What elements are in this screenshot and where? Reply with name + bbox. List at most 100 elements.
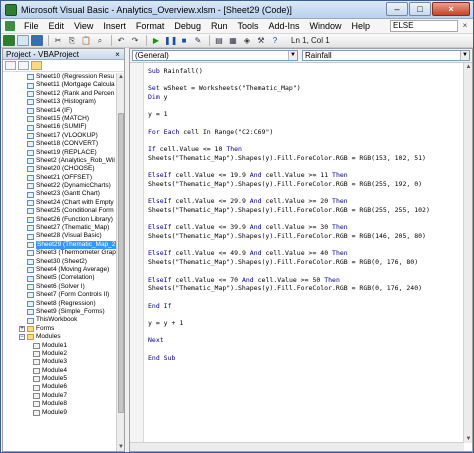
menu-file[interactable]: File	[19, 21, 44, 31]
tree-item[interactable]: Sheet3 (Thermometer Grap	[3, 249, 117, 257]
tree-item[interactable]: Sheet29 (Thematic_Map_2	[3, 240, 117, 250]
code-line[interactable]: End If	[148, 302, 462, 311]
code-line[interactable]: End Sub	[148, 354, 462, 363]
tree-item[interactable]: Sheet8 (Regression)	[3, 300, 117, 308]
chevron-down-icon[interactable]: ▼	[460, 51, 469, 60]
vba-menu-icon[interactable]	[5, 21, 15, 31]
tree-item[interactable]: Sheet4 (Moving Average)	[3, 266, 117, 274]
menu-window[interactable]: Window	[305, 21, 347, 31]
tree-item[interactable]: Sheet6 (Solver I)	[3, 283, 117, 291]
copy-icon[interactable]: ⎘	[66, 35, 78, 46]
break-icon[interactable]: ❚❚	[164, 35, 177, 46]
maximize-button[interactable]: □	[409, 1, 431, 16]
menu-tools[interactable]: Tools	[232, 21, 263, 31]
scroll-down-icon[interactable]: ▼	[117, 443, 125, 451]
tree-item[interactable]: Sheet24 (Chart with Empty	[3, 199, 117, 207]
code-line[interactable]	[148, 310, 462, 319]
code-line[interactable]	[148, 189, 462, 198]
code-line[interactable]: Sub Rainfall()	[148, 67, 462, 76]
tree-item[interactable]: Module4	[3, 367, 117, 375]
scroll-down-icon[interactable]: ▼	[464, 435, 473, 443]
toolbox-icon[interactable]: ⚒	[255, 35, 267, 46]
code-line[interactable]	[148, 163, 462, 172]
code-line[interactable]: Dim y	[148, 93, 462, 102]
tree-item[interactable]: Module5	[3, 375, 117, 383]
tree-item[interactable]: Module6	[3, 383, 117, 391]
code-vertical-scrollbar[interactable]: ▲ ▼	[463, 63, 472, 443]
tree-item[interactable]: Sheet25 (Conditional Form	[3, 207, 117, 215]
help-search-input[interactable]: ELSE	[390, 20, 458, 32]
tree-item[interactable]: Sheet30 (Sheet2)	[3, 258, 117, 266]
code-line[interactable]	[148, 215, 462, 224]
procedure-combo[interactable]: Rainfall ▼	[302, 50, 470, 61]
menu-debug[interactable]: Debug	[169, 21, 206, 31]
code-line[interactable]: For Each cell In Range("C2:C69")	[148, 128, 462, 137]
view-code-icon[interactable]	[5, 61, 16, 70]
menu-edit[interactable]: Edit	[44, 21, 70, 31]
code-line[interactable]	[148, 102, 462, 111]
code-line[interactable]: Sheets("Thematic_Map").Shapes(y).Fill.Fo…	[148, 258, 462, 267]
code-line[interactable]: Sheets("Thematic_Map").Shapes(y).Fill.Fo…	[148, 180, 462, 189]
close-button[interactable]: ×	[432, 1, 470, 16]
code-horizontal-scrollbar[interactable]	[130, 442, 464, 451]
tree-item[interactable]: Sheet26 (Function Library)	[3, 216, 117, 224]
close-code-window-icon[interactable]: ×	[460, 21, 470, 31]
tree-item[interactable]: Sheet7 (Form Controls II)	[3, 291, 117, 299]
design-mode-icon[interactable]: ✎	[192, 35, 204, 46]
code-line[interactable]: Next	[148, 336, 462, 345]
code-line[interactable]: ElseIf cell.Value <= 70 And cell.Value >…	[148, 276, 462, 285]
menu-run[interactable]: Run	[206, 21, 233, 31]
code-line[interactable]: Sheets("Thematic_Map").Shapes(y).Fill.Fo…	[148, 232, 462, 241]
tree-item[interactable]: Sheet11 (Mortgage Calcula	[3, 81, 117, 89]
code-line[interactable]	[148, 267, 462, 276]
tree-item[interactable]: Module7	[3, 392, 117, 400]
menu-insert[interactable]: Insert	[98, 21, 131, 31]
toggle-folders-icon[interactable]	[31, 61, 42, 70]
insert-module-icon[interactable]	[17, 35, 29, 46]
undo-icon[interactable]: ↶	[115, 35, 127, 46]
cut-icon[interactable]: ✂	[52, 35, 64, 46]
code-line[interactable]	[148, 137, 462, 146]
chevron-down-icon[interactable]: ▼	[288, 51, 297, 60]
run-icon[interactable]: ▶	[150, 35, 162, 46]
tree-expander-icon[interactable]: +	[19, 325, 25, 332]
object-combo[interactable]: (General) ▼	[132, 50, 298, 61]
find-icon[interactable]: ⌕	[94, 35, 106, 46]
tree-item[interactable]: Module1	[3, 342, 117, 350]
project-explorer-icon[interactable]: ▤	[213, 35, 225, 46]
paste-icon[interactable]: 📋	[80, 35, 92, 46]
view-excel-icon[interactable]	[3, 35, 15, 46]
code-line[interactable]	[148, 328, 462, 337]
tree-expander-icon[interactable]: −	[19, 334, 25, 341]
tree-item[interactable]: Sheet5 (Correlation)	[3, 274, 117, 282]
code-editor[interactable]: Sub Rainfall() Set wSheet = Worksheets("T…	[130, 63, 464, 443]
code-line[interactable]	[148, 119, 462, 128]
tree-item[interactable]: − Modules	[3, 333, 117, 341]
tree-item[interactable]: Module8	[3, 400, 117, 408]
tree-item[interactable]: Module2	[3, 350, 117, 358]
tree-item[interactable]: ThisWorkbook	[3, 316, 117, 324]
code-line[interactable]: y = 1	[148, 110, 462, 119]
code-line[interactable]	[148, 241, 462, 250]
tree-item[interactable]: Sheet19 (REPLACE)	[3, 149, 117, 157]
minimize-button[interactable]: –	[386, 1, 408, 16]
code-line[interactable]: Sheets("Thematic_Map").Shapes(y).Fill.Fo…	[148, 206, 462, 215]
tree-item[interactable]: Sheet20 (CHOOSE)	[3, 165, 117, 173]
code-margin[interactable]	[130, 63, 144, 443]
properties-icon[interactable]: ▦	[227, 35, 239, 46]
tree-item[interactable]: + Forms	[3, 325, 117, 333]
object-browser-icon[interactable]: ◈	[241, 35, 253, 46]
tree-item[interactable]: Sheet21 (OFFSET)	[3, 174, 117, 182]
menu-format[interactable]: Format	[131, 21, 170, 31]
scroll-up-icon[interactable]: ▲	[117, 73, 125, 81]
tree-item[interactable]: Sheet12 (Rank and Percen	[3, 90, 117, 98]
code-line[interactable]: If cell.Value <= 10 Then	[148, 145, 462, 154]
code-line[interactable]: Sheets("Thematic_Map").Shapes(y).Fill.Fo…	[148, 154, 462, 163]
code-line[interactable]: ElseIf cell.Value <= 39.9 And cell.Value…	[148, 223, 462, 232]
tree-item[interactable]: Sheet16 (SUMIF)	[3, 123, 117, 131]
code-line[interactable]: ElseIf cell.Value <= 29.9 And cell.Value…	[148, 197, 462, 206]
reset-icon[interactable]: ■	[178, 35, 190, 46]
tree-item[interactable]: Sheet13 (Histogram)	[3, 98, 117, 106]
project-scroll-thumb[interactable]	[118, 113, 124, 413]
view-object-icon[interactable]	[18, 61, 29, 70]
